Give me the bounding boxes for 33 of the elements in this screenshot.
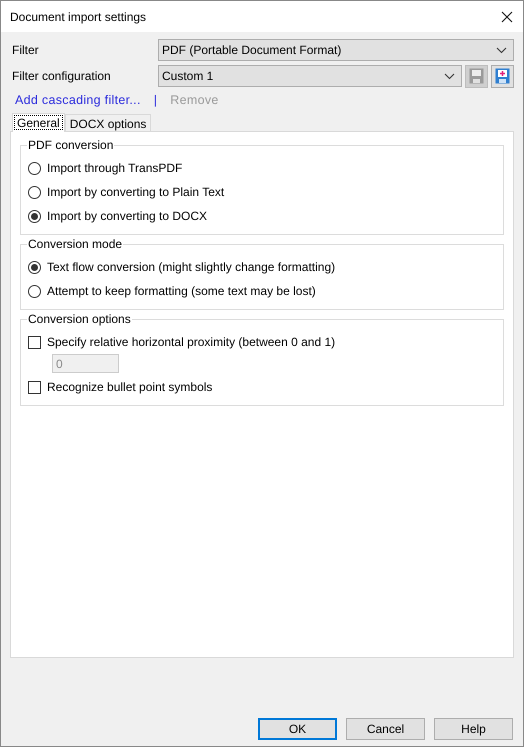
checkbox[interactable] <box>28 336 41 348</box>
radio-label: Import by converting to Plain Text <box>47 184 224 201</box>
radio-button[interactable] <box>28 210 41 222</box>
group-title: Conversion options <box>27 312 132 326</box>
tab[interactable]: DOCX options <box>64 114 152 131</box>
tab[interactable]: General <box>12 113 65 132</box>
checkbox-label: Recognize bullet point symbols <box>47 379 212 396</box>
group-title: PDF conversion <box>27 138 114 152</box>
checkbox-label: Specify relative horizontal proximity (between 0 and 1) <box>47 334 336 351</box>
radio-button[interactable] <box>28 162 41 174</box>
dialog-button[interactable]: OK <box>258 718 337 740</box>
filter-label: Filter <box>11 42 40 59</box>
radio-label: Import by converting to DOCX <box>47 208 208 225</box>
filter-configuration-dropdown[interactable]: Custom 1 <box>158 65 462 87</box>
radio-button[interactable] <box>28 260 41 274</box>
dialog-button[interactable]: Cancel <box>346 718 425 740</box>
close-icon[interactable] <box>501 10 513 22</box>
link-separator: | <box>152 92 158 109</box>
radio-label: Import through TransPDF <box>47 160 182 177</box>
add-cascading-filter-link[interactable]: Add cascading filter... <box>15 90 141 110</box>
radio-label: Attempt to keep formatting (some text may be lost) <box>47 283 316 300</box>
window-title: Document import settings <box>10 8 146 26</box>
chevron-down-icon <box>444 72 455 80</box>
radio-button[interactable] <box>28 284 41 298</box>
checkbox[interactable] <box>28 380 41 394</box>
group-title: Conversion mode <box>27 237 124 251</box>
filter-dropdown[interactable]: PDF (Portable Document Format) <box>158 39 514 61</box>
new-configuration-button[interactable] <box>491 64 514 88</box>
dialog-button[interactable]: Help <box>434 718 513 740</box>
chevron-down-icon <box>496 46 507 54</box>
filter-configuration-label: Filter configuration <box>11 68 112 85</box>
radio-button[interactable] <box>28 186 41 198</box>
radio-label: Text flow conversion (might slightly change formatting) <box>47 259 336 276</box>
